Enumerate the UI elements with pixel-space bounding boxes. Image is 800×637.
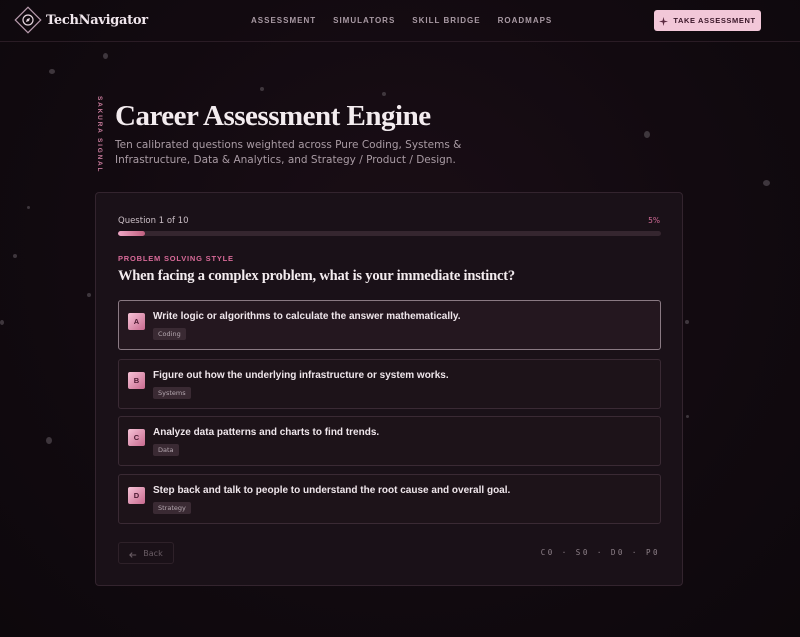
petal-decoration: [382, 92, 386, 96]
nav-item-simulators[interactable]: SIMULATORS: [333, 16, 395, 25]
petal-decoration: [644, 131, 650, 138]
petal-decoration: [686, 415, 689, 418]
answer-option-d[interactable]: D Step back and talk to people to unders…: [118, 474, 661, 524]
top-navigation-bar: TechNavigator ASSESSMENT SIMULATORS SKIL…: [0, 0, 800, 42]
option-letter-badge: B: [128, 372, 145, 389]
question-counter: Question 1 of 10: [118, 216, 189, 226]
nav-item-skill-bridge[interactable]: SKILL BRIDGE: [412, 16, 480, 25]
petal-decoration: [87, 293, 91, 297]
option-text: Analyze data patterns and charts to find…: [153, 427, 380, 438]
page-title: Career Assessment Engine: [115, 100, 431, 132]
petal-decoration: [763, 180, 770, 186]
answer-option-b[interactable]: B Figure out how the underlying infrastr…: [118, 359, 661, 409]
option-letter-badge: D: [128, 487, 145, 504]
question-category: PROBLEM SOLVING STYLE: [118, 254, 234, 263]
brand-logo[interactable]: TechNavigator: [14, 6, 148, 34]
option-text: Write logic or algorithms to calculate t…: [153, 311, 461, 322]
nav-item-roadmaps[interactable]: ROADMAPS: [498, 16, 553, 25]
question-text: When facing a complex problem, what is y…: [118, 268, 515, 284]
back-button[interactable]: Back: [118, 542, 174, 564]
take-assessment-button[interactable]: TAKE ASSESSMENT: [654, 10, 761, 31]
arrow-left-icon: [129, 544, 137, 563]
answer-option-c[interactable]: C Analyze data patterns and charts to fi…: [118, 416, 661, 466]
petal-decoration: [27, 206, 30, 209]
back-label: Back: [143, 548, 163, 558]
option-text: Figure out how the underlying infrastruc…: [153, 370, 449, 381]
main-nav: ASSESSMENT SIMULATORS SKILL BRIDGE ROADM…: [251, 16, 569, 25]
side-vertical-label: SAKURA SIGNAL: [96, 96, 103, 174]
petal-decoration: [0, 320, 4, 325]
petal-decoration: [13, 254, 17, 258]
option-category-tag: Systems: [153, 387, 191, 399]
petal-decoration: [46, 437, 52, 444]
option-category-tag: Strategy: [153, 502, 191, 514]
progress-percent: 5%: [648, 216, 660, 225]
nav-item-assessment[interactable]: ASSESSMENT: [251, 16, 316, 25]
page-subtitle: Ten calibrated questions weighted across…: [115, 139, 462, 166]
option-letter-badge: C: [128, 429, 145, 446]
progress-bar: [118, 231, 661, 236]
petal-decoration: [49, 69, 55, 74]
take-assessment-label: TAKE ASSESSMENT: [673, 16, 756, 25]
petal-decoration: [260, 87, 264, 91]
answer-option-a[interactable]: A Write logic or algorithms to calculate…: [118, 300, 661, 350]
brand-name: TechNavigator: [46, 12, 148, 28]
option-letter-badge: A: [128, 313, 145, 330]
petal-decoration: [103, 53, 108, 59]
sparkle-icon: [659, 11, 669, 30]
petal-decoration: [685, 320, 689, 324]
assessment-panel: Question 1 of 10 5% PROBLEM SOLVING STYL…: [95, 192, 683, 586]
progress-bar-fill: [118, 231, 146, 236]
option-text: Step back and talk to people to understa…: [153, 485, 511, 496]
option-category-tag: Data: [153, 444, 179, 456]
option-category-tag: Coding: [153, 328, 186, 340]
score-code: C0 · S0 · D0 · P0: [540, 548, 660, 557]
compass-logo-icon: [14, 6, 42, 34]
